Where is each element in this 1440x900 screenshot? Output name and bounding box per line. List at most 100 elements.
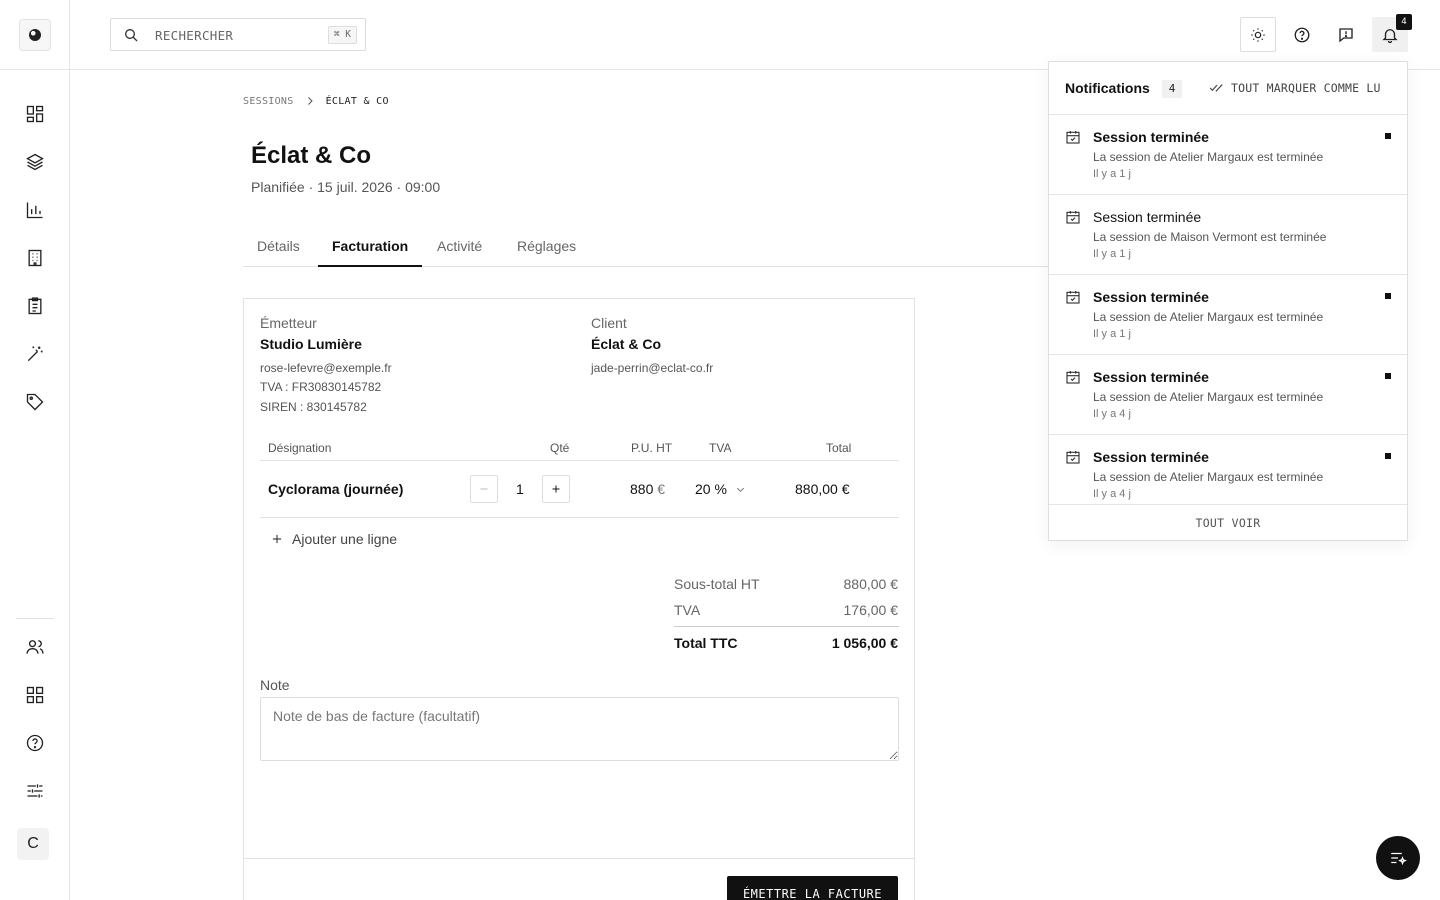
client-label: Client: [591, 315, 627, 331]
issue-invoice-button[interactable]: ÉMETTRE LA FACTURE: [726, 876, 898, 900]
sidebar-divider: [0, 69, 70, 70]
table-header-divider: [260, 460, 899, 461]
notifications-count-badge: 4: [1162, 80, 1182, 98]
sidebar-item-studios[interactable]: [23, 246, 47, 270]
note-textarea[interactable]: [260, 697, 899, 761]
notification-title: Session terminée: [1093, 209, 1202, 225]
tab-activity[interactable]: Activité: [423, 232, 496, 267]
top-header: ⌘ K 4: [70, 0, 1440, 70]
minus-icon: [480, 488, 488, 490]
qty-increment-button[interactable]: [542, 475, 570, 503]
sidebar-item-settings[interactable]: [23, 779, 47, 803]
qty-value[interactable]: 1: [516, 481, 524, 497]
quick-actions-button[interactable]: [1376, 836, 1420, 880]
notification-item[interactable]: Session terminée La session de Atelier M…: [1049, 275, 1407, 355]
theme-toggle-button[interactable]: [1240, 17, 1276, 52]
mark-all-read-label: TOUT MARQUER COMME LU: [1231, 81, 1381, 95]
notification-time: Il y a 1 j: [1093, 248, 1131, 260]
notifications-button[interactable]: 4: [1372, 14, 1412, 52]
plus-icon: [272, 534, 282, 544]
col-vat: TVA: [709, 441, 732, 455]
breadcrumb: SESSIONS ÉCLAT & CO: [243, 95, 389, 107]
unread-indicator: [1385, 133, 1391, 139]
breadcrumb-sessions-link[interactable]: SESSIONS: [243, 96, 294, 107]
avatar-initial: C: [27, 835, 39, 852]
search-icon: [123, 27, 139, 43]
search-shortcut: ⌘ K: [327, 26, 357, 44]
sidebar-item-apps[interactable]: [23, 683, 47, 707]
col-unit-price: P.U. HT: [631, 441, 673, 455]
unread-indicator: [1385, 293, 1391, 299]
sidebar-item-dashboard[interactable]: [23, 102, 47, 126]
qty-decrement-button[interactable]: [470, 475, 498, 503]
app-logo[interactable]: [19, 19, 51, 51]
see-all-notifications-button[interactable]: TOUT VOIR: [1049, 504, 1407, 540]
issuer-name: Studio Lumière: [260, 336, 362, 352]
unread-indicator: [1385, 453, 1391, 459]
sidebar-item-layers[interactable]: [23, 150, 47, 174]
unit-price-input[interactable]: 880 €: [630, 481, 665, 497]
calendar-check-icon: [1065, 129, 1081, 145]
grand-total-label: Total TTC: [674, 635, 738, 651]
building-icon: [28, 249, 42, 267]
tab-bar: Détails Facturation Activité Réglages: [243, 232, 1063, 267]
search-input[interactable]: [155, 25, 315, 45]
apps-grid-icon: [26, 686, 44, 704]
notifications-title: Notifications: [1065, 80, 1150, 96]
logo-icon: [29, 29, 41, 41]
notification-title: Session terminée: [1093, 369, 1209, 385]
tab-billing[interactable]: Facturation: [318, 232, 423, 267]
notification-count-badge: 4: [1396, 14, 1412, 30]
notifications-list: Session terminée La session de Atelier M…: [1049, 115, 1407, 504]
notifications-panel: Notifications 4 TOUT MARQUER COMME LU Se…: [1048, 61, 1408, 541]
notification-description: La session de Atelier Margaux est termin…: [1093, 150, 1324, 164]
notifications-header: Notifications 4 TOUT MARQUER COMME LU: [1049, 62, 1407, 115]
notification-item[interactable]: Session terminée La session de Maison Ve…: [1049, 195, 1407, 275]
notification-time: Il y a 4 j: [1093, 488, 1131, 500]
tab-settings[interactable]: Réglages: [503, 232, 590, 267]
client-name: Éclat & Co: [591, 336, 662, 352]
notification-time: Il y a 4 j: [1093, 408, 1131, 420]
sidebar-item-tasks[interactable]: [23, 294, 47, 318]
magic-wand-icon: [27, 346, 43, 362]
issuer-email: rose-lefevre@exemple.fr: [260, 361, 392, 375]
notification-item[interactable]: Session terminée La session de Atelier M…: [1049, 435, 1407, 504]
tab-details[interactable]: Détails: [243, 232, 314, 267]
sidebar-item-pricing[interactable]: [23, 390, 47, 414]
client-email: jade-perrin@eclat-co.fr: [591, 361, 714, 375]
calendar-check-icon: [1065, 209, 1081, 225]
help-button[interactable]: [1284, 17, 1320, 52]
add-line-button[interactable]: Ajouter une ligne: [270, 531, 397, 547]
issuer-label: Émetteur: [260, 315, 317, 331]
notification-item[interactable]: Session terminée La session de Atelier M…: [1049, 355, 1407, 435]
notification-title: Session terminée: [1093, 129, 1209, 145]
notification-time: Il y a 1 j: [1093, 168, 1131, 180]
tag-icon: [26, 393, 44, 411]
notification-description: La session de Atelier Margaux est termin…: [1093, 310, 1324, 324]
sliders-icon: [27, 784, 43, 798]
notification-item[interactable]: Session terminée La session de Atelier M…: [1049, 115, 1407, 195]
line-designation: Cyclorama (journée): [268, 481, 404, 497]
mark-all-read-button[interactable]: TOUT MARQUER COMME LU: [1209, 81, 1381, 95]
avatar[interactable]: C: [17, 828, 49, 860]
sidebar-item-help[interactable]: [23, 731, 47, 755]
notification-title: Session terminée: [1093, 449, 1209, 465]
clipboard-icon: [28, 297, 42, 315]
bar-chart-icon: [26, 202, 43, 219]
card-footer-divider: [244, 858, 914, 859]
sidebar-item-team[interactable]: [23, 635, 47, 659]
sidebar-item-automation[interactable]: [23, 342, 47, 366]
invoice-card: Émetteur Studio Lumière rose-lefevre@exe…: [243, 298, 915, 900]
vat-select-value: 20 %: [695, 481, 727, 497]
sun-icon: [1251, 27, 1265, 42]
currency-symbol: €: [657, 481, 666, 497]
calendar-check-icon: [1065, 449, 1081, 465]
subtotal-label: Sous-total HT: [674, 576, 760, 592]
feedback-button[interactable]: [1328, 17, 1364, 52]
add-line-label: Ajouter une ligne: [292, 531, 398, 547]
sidebar-item-analytics[interactable]: [23, 198, 47, 222]
issuer-vat: TVA : FR30830145782: [260, 380, 382, 394]
vat-select[interactable]: 20 %: [695, 481, 746, 497]
table-row-divider: [260, 517, 899, 518]
search-bar[interactable]: ⌘ K: [110, 18, 366, 51]
